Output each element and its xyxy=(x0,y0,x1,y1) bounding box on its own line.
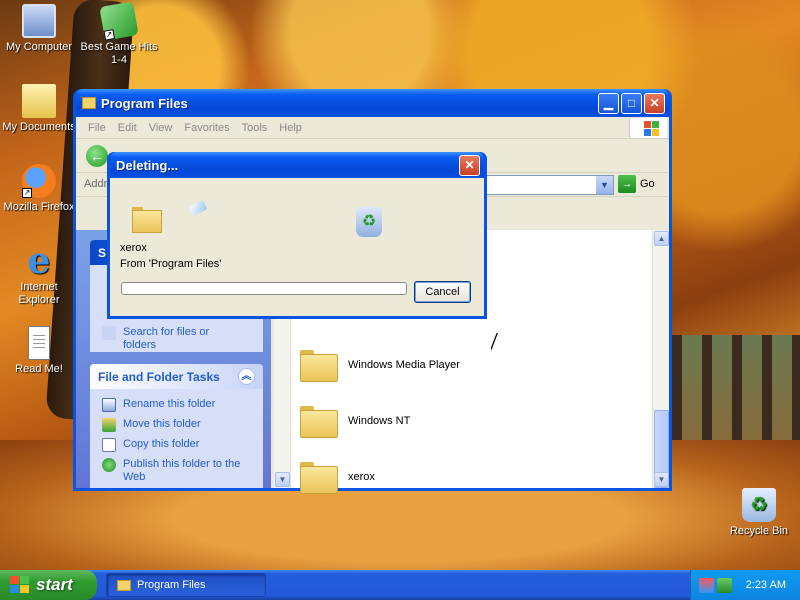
desktop-icon-label: Read Me! xyxy=(15,363,63,375)
internet-explorer-icon: e xyxy=(27,240,51,282)
my-documents-icon xyxy=(22,84,56,118)
rename-folder-link[interactable]: Rename this folder xyxy=(90,395,263,415)
rename-icon xyxy=(102,398,116,412)
maximize-button[interactable]: □ xyxy=(621,92,642,114)
dialog-body: ♻ xerox From 'Program Files' Cancel xyxy=(110,178,484,316)
taskbar-button-program-files[interactable]: Program Files xyxy=(106,573,266,597)
folder-icon xyxy=(300,350,338,382)
copy-icon xyxy=(102,438,116,452)
vertical-scrollbar[interactable]: ▲ ▼ xyxy=(652,230,669,488)
publish-web-icon xyxy=(102,458,116,472)
menu-favorites[interactable]: Favorites xyxy=(178,122,235,134)
dropdown-arrow-icon[interactable]: ▼ xyxy=(596,176,613,194)
deleting-dialog[interactable]: Deleting... ✕ ♻ xerox From 'Program File… xyxy=(107,152,487,319)
network-icon[interactable] xyxy=(717,577,732,593)
clock[interactable]: 2:23 AM xyxy=(746,579,786,591)
folder-name: xerox xyxy=(348,471,375,483)
folder-item-windows-nt[interactable]: Windows NT xyxy=(300,406,411,438)
file-folder-tasks-header[interactable]: File and Folder Tasks ︽ xyxy=(90,364,263,389)
taskbar: start Program Files 2:23 AM xyxy=(0,570,800,600)
cancel-button[interactable]: Cancel xyxy=(414,281,471,303)
file-folder-tasks-box: File and Folder Tasks ︽ Rename this fold… xyxy=(90,364,263,488)
wallpaper-fence xyxy=(672,335,800,450)
menu-bar: File Edit View Favorites Tools Help xyxy=(76,117,669,139)
menu-edit[interactable]: Edit xyxy=(112,122,143,134)
desktop-icon-my-documents[interactable]: My Documents xyxy=(0,84,78,134)
desktop-icon-internet-explorer[interactable]: e Internet Explorer xyxy=(0,240,78,307)
game-shortcut-icon: ↗ xyxy=(99,1,139,41)
dialog-titlebar[interactable]: Deleting... ✕ xyxy=(110,152,484,178)
desktop-icon-recycle-bin[interactable]: ♻ Recycle Bin xyxy=(720,488,798,538)
desktop-icon-my-computer[interactable]: My Computer xyxy=(0,4,78,54)
desktop-icon-firefox[interactable]: ↗ Mozilla Firefox xyxy=(0,164,78,214)
folder-icon xyxy=(82,97,96,109)
menu-help[interactable]: Help xyxy=(273,122,308,134)
deleting-item-name: xerox xyxy=(120,242,147,254)
copy-folder-link[interactable]: Copy this folder xyxy=(90,435,263,455)
explorer-titlebar[interactable]: Program Files ▁ □ ✕ xyxy=(76,89,669,117)
search-icon xyxy=(102,326,116,340)
file-folder-tasks-title: File and Folder Tasks xyxy=(98,369,220,384)
collapse-chevron-icon[interactable]: ︽ xyxy=(238,368,255,385)
back-arrow-icon[interactable]: ← xyxy=(86,145,108,167)
folder-icon xyxy=(300,462,338,494)
search-files-link[interactable]: Search for files or folders xyxy=(90,323,263,355)
menu-tools[interactable]: Tools xyxy=(236,122,274,134)
close-button[interactable]: ✕ xyxy=(644,92,665,114)
desktop-icon-label: Best Game Hits 1-4 xyxy=(80,41,158,66)
folder-item-windows-media-player[interactable]: Windows Media Player xyxy=(300,350,460,382)
task-label: Rename this folder xyxy=(123,398,216,410)
security-alert-icon[interactable] xyxy=(699,577,714,593)
dialog-title: Deleting... xyxy=(116,157,179,173)
search-line-1: Search for files or xyxy=(123,326,210,338)
folder-icon xyxy=(117,579,131,591)
taskbar-button-label: Program Files xyxy=(137,579,206,591)
system-tray: 2:23 AM xyxy=(690,570,800,600)
move-icon xyxy=(102,418,116,432)
recycle-bin-icon: ♻ xyxy=(742,488,776,522)
source-folder-icon xyxy=(132,207,162,233)
windows-flag-icon xyxy=(10,576,30,594)
scroll-down-arrow-icon[interactable]: ▼ xyxy=(275,472,290,487)
window-title: Program Files xyxy=(101,95,188,111)
desktop-icon-label: My Documents xyxy=(2,121,76,133)
windows-logo-icon xyxy=(629,118,667,138)
desktop-icon-label: My Computer xyxy=(5,41,73,53)
menu-view[interactable]: View xyxy=(143,122,179,134)
recycle-bin-icon: ♻ xyxy=(356,207,382,237)
minimize-button[interactable]: ▁ xyxy=(598,92,619,114)
folder-icon xyxy=(300,406,338,438)
folder-name: Windows Media Player xyxy=(348,359,460,371)
task-label: Publish this folder to the Web xyxy=(123,458,241,483)
deleting-from-text: From 'Program Files' xyxy=(120,258,222,270)
desktop-icon-read-me[interactable]: Read Me! xyxy=(0,326,78,376)
text-document-icon xyxy=(28,326,50,360)
task-label: Move this folder xyxy=(123,418,201,430)
firefox-icon: ↗ xyxy=(22,164,56,198)
go-label: Go xyxy=(640,178,655,190)
start-label: start xyxy=(36,575,73,594)
mouse-cursor-icon xyxy=(490,332,497,350)
menu-file[interactable]: File xyxy=(82,122,112,134)
my-computer-icon xyxy=(22,4,56,38)
delete-progress-bar xyxy=(121,282,407,295)
move-folder-link[interactable]: Move this folder xyxy=(90,415,263,435)
desktop-icon-label: Internet Explorer xyxy=(18,281,60,306)
start-button[interactable]: start xyxy=(0,570,97,600)
dialog-close-button[interactable]: ✕ xyxy=(459,154,480,176)
scroll-down-arrow-icon[interactable]: ▼ xyxy=(654,472,669,487)
search-line-2: folders xyxy=(123,339,157,351)
desktop-icon-best-game-hits[interactable]: ↗ Best Game Hits 1-4 xyxy=(80,1,158,67)
folder-item-xerox[interactable]: xerox xyxy=(300,462,375,494)
flying-paper-icon xyxy=(188,200,208,216)
desktop-icon-label: Mozilla Firefox xyxy=(3,201,75,213)
publish-folder-link[interactable]: Publish this folder to the Web xyxy=(90,455,263,487)
desktop-icon-label: Recycle Bin xyxy=(729,525,789,537)
go-arrow-icon: → xyxy=(618,175,636,193)
task-label: Copy this folder xyxy=(123,438,200,450)
scroll-up-arrow-icon[interactable]: ▲ xyxy=(654,231,669,246)
go-button[interactable]: → Go xyxy=(618,175,655,193)
folder-name: Windows NT xyxy=(348,415,411,427)
